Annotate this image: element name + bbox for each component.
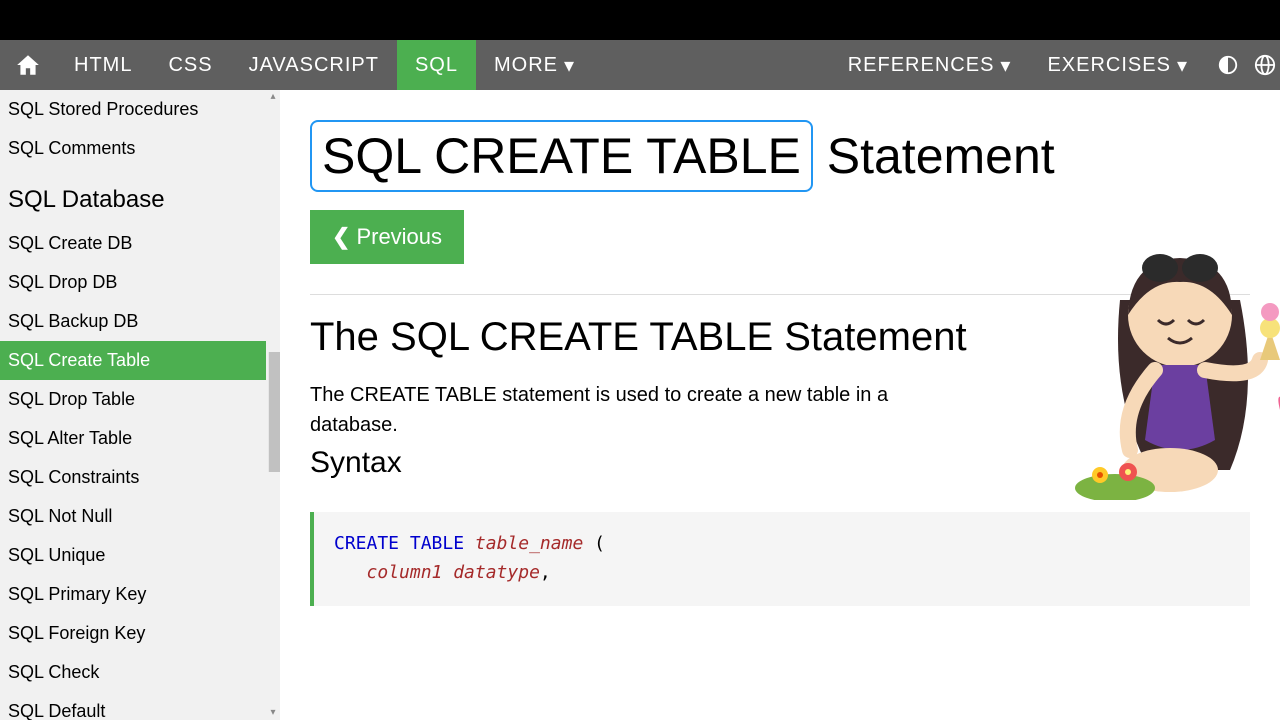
main-content: SQL CREATE TABLE Statement ❮Previous The… [280, 90, 1280, 720]
code-identifier: column1 datatype [367, 562, 540, 583]
code-punc: ( [583, 533, 605, 554]
code-keyword: TABLE [410, 533, 464, 554]
top-navigation: HTML CSS JAVASCRIPT SQL MORE ▾ REFERENCES… [0, 40, 1280, 90]
chevron-left-icon: ❮ [332, 224, 350, 250]
nav-more[interactable]: MORE ▾ [476, 40, 593, 90]
scrollbar-thumb[interactable] [268, 352, 280, 472]
sidebar-item-stored-procedures[interactable]: SQL Stored Procedures [0, 90, 280, 129]
sidebar-item-default[interactable]: SQL Default [0, 692, 280, 720]
sidebar-scrollbar[interactable]: ▴ ▾ [266, 90, 280, 720]
sidebar-item-drop-table[interactable]: SQL Drop Table [0, 380, 280, 419]
home-icon [15, 52, 41, 78]
globe-icon [1254, 54, 1276, 76]
nav-references[interactable]: REFERENCES▾ [830, 40, 1030, 90]
nav-exercises[interactable]: EXERCISES ▾ [1029, 40, 1206, 90]
nav-html[interactable]: HTML [56, 40, 150, 90]
sidebar-item-not-null[interactable]: SQL Not Null [0, 497, 280, 536]
section-description: The CREATE TABLE statement is used to cr… [310, 380, 930, 440]
sidebar-item-drop-db[interactable]: SQL Drop DB [0, 263, 280, 302]
globe-button[interactable] [1250, 40, 1280, 90]
nav-css[interactable]: CSS [150, 40, 230, 90]
theme-toggle[interactable] [1206, 40, 1250, 90]
sidebar-item-create-db[interactable]: SQL Create DB [0, 224, 280, 263]
title-highlighted: SQL CREATE TABLE [310, 120, 813, 192]
sidebar: SQL Stored Procedures SQL Comments SQL D… [0, 90, 280, 720]
sidebar-item-backup-db[interactable]: SQL Backup DB [0, 302, 280, 341]
title-rest: Statement [813, 128, 1055, 184]
scroll-down-icon[interactable]: ▾ [266, 706, 280, 720]
code-identifier: table_name [475, 533, 583, 554]
sidebar-item-foreign-key[interactable]: SQL Foreign Key [0, 614, 280, 653]
previous-button[interactable]: ❮Previous [310, 210, 464, 264]
video-black-bar [0, 0, 1280, 40]
nav-references-label: REFERENCES [848, 54, 995, 77]
caret-down-icon: ▾ [564, 53, 575, 78]
nav-sql[interactable]: SQL [397, 40, 476, 90]
caret-down-icon: ▾ [1177, 53, 1188, 78]
code-punc: , [540, 562, 551, 583]
code-example: CREATE TABLE table_name ( column1 dataty… [310, 512, 1250, 606]
scroll-up-icon[interactable]: ▴ [266, 90, 280, 104]
previous-label: Previous [356, 224, 442, 250]
home-button[interactable] [0, 40, 56, 90]
sidebar-item-comments[interactable]: SQL Comments [0, 129, 280, 168]
sidebar-item-constraints[interactable]: SQL Constraints [0, 458, 280, 497]
sidebar-item-primary-key[interactable]: SQL Primary Key [0, 575, 280, 614]
nav-javascript[interactable]: JAVASCRIPT [231, 40, 397, 90]
contrast-icon [1217, 54, 1239, 76]
nav-exercises-label: EXERCISES [1047, 54, 1170, 77]
sidebar-item-alter-table[interactable]: SQL Alter Table [0, 419, 280, 458]
page-title: SQL CREATE TABLE Statement [310, 120, 1055, 192]
mascot-illustration [1060, 220, 1280, 500]
sidebar-item-check[interactable]: SQL Check [0, 653, 280, 692]
code-keyword: CREATE [334, 533, 399, 554]
nav-more-label: MORE [494, 54, 558, 77]
sidebar-item-create-table[interactable]: SQL Create Table [0, 341, 280, 380]
caret-down-icon: ▾ [1000, 53, 1011, 78]
sidebar-heading-database: SQL Database [0, 168, 280, 224]
sidebar-item-unique[interactable]: SQL Unique [0, 536, 280, 575]
